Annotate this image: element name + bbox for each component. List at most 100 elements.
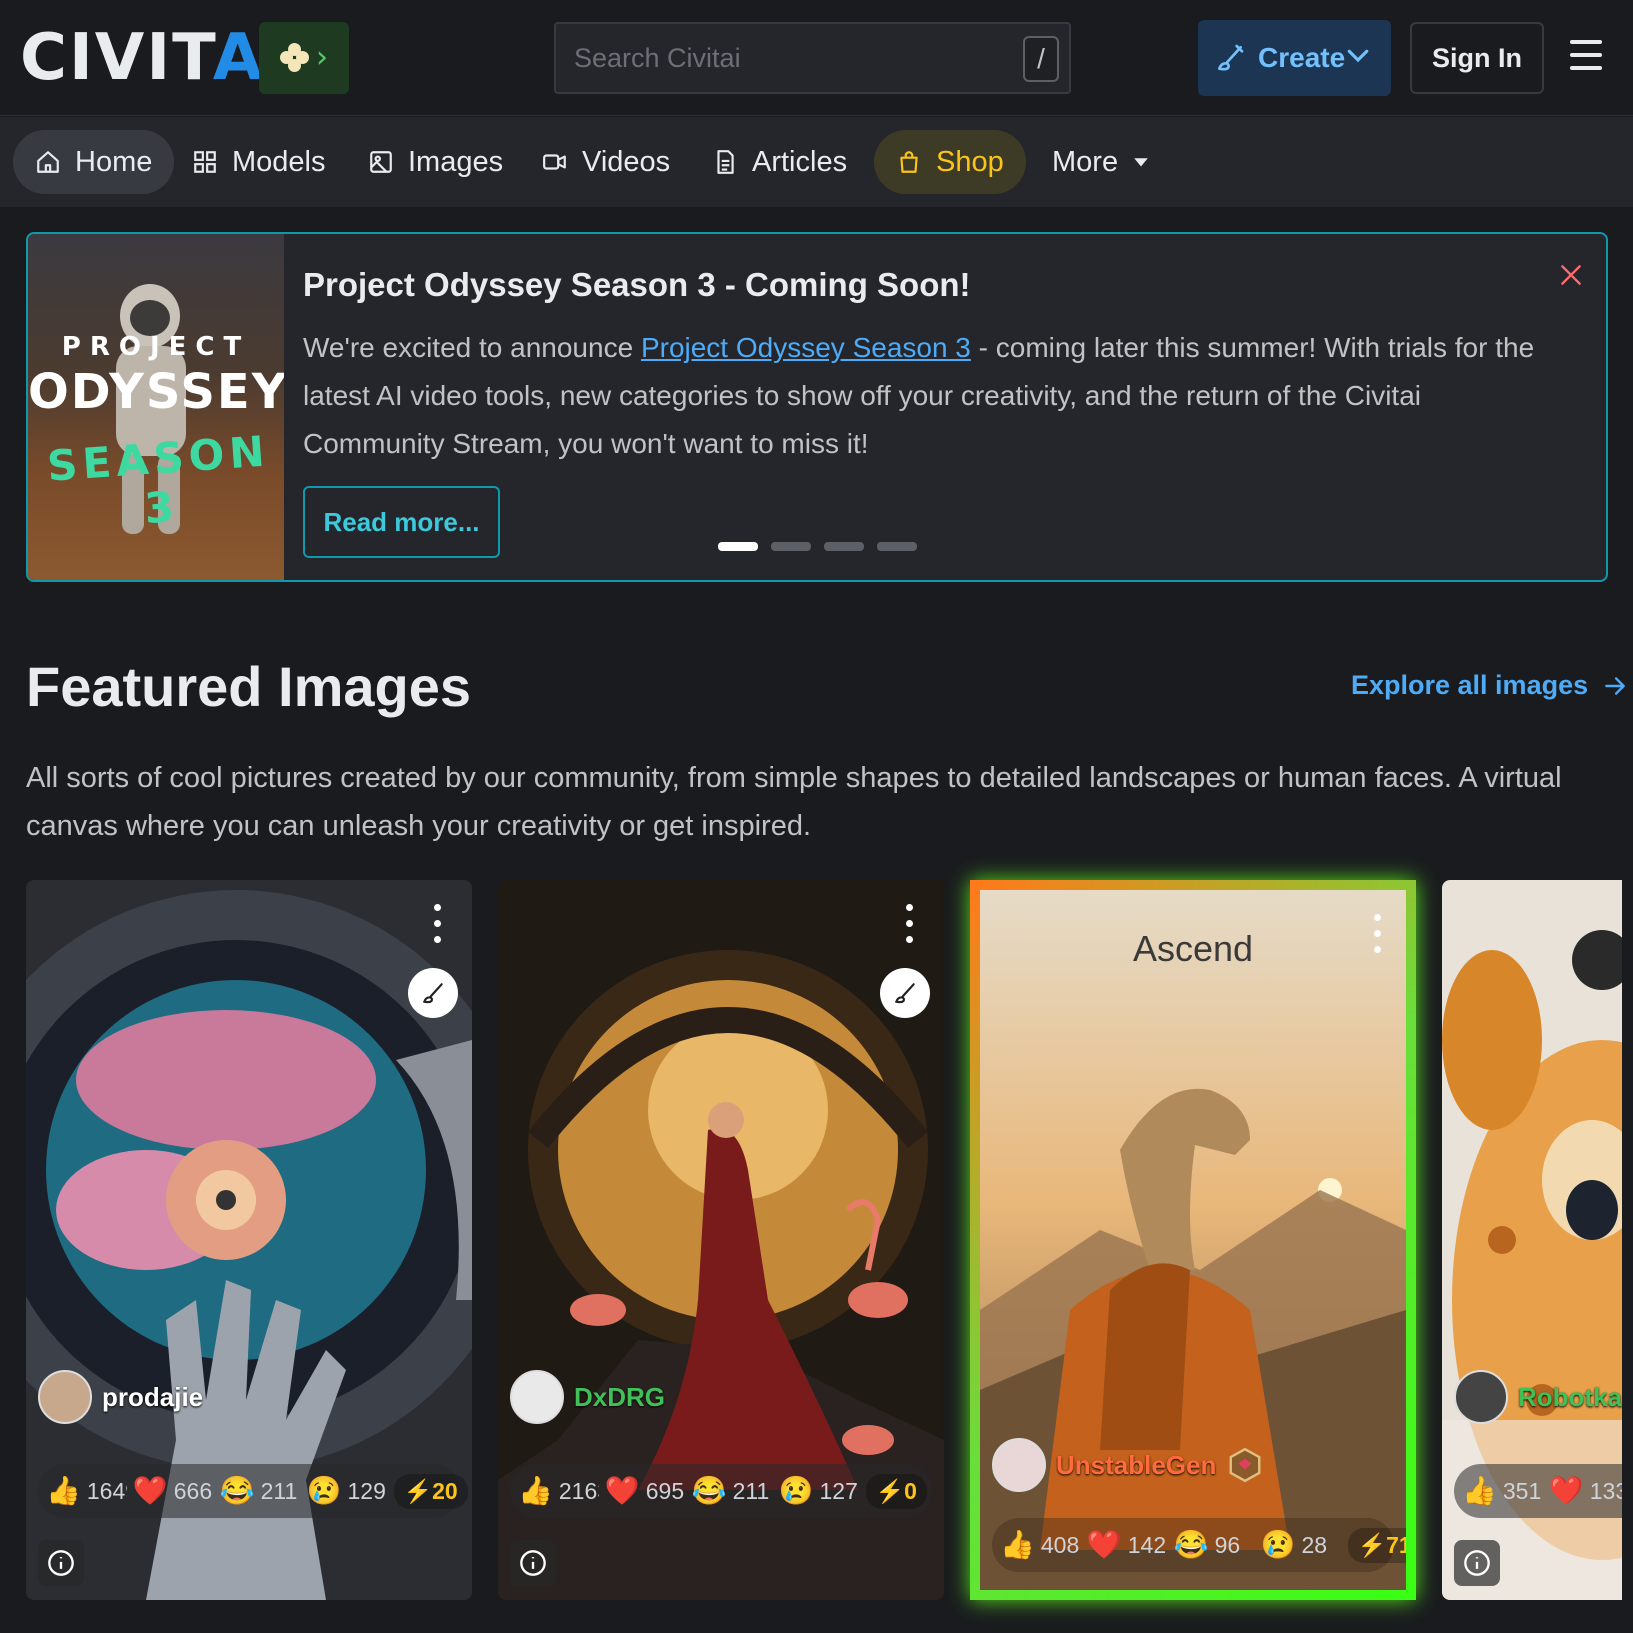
reaction-bar: 👍 351 ❤️ 133 [1454,1464,1622,1518]
more-options-icon[interactable] [1374,914,1384,960]
carousel-dot[interactable] [824,542,864,551]
remix-button[interactable] [408,968,458,1018]
nav-item-models[interactable]: Models [170,130,348,194]
heart-icon[interactable]: ❤️ [1549,1477,1584,1505]
buzz-count: 20 [432,1477,458,1504]
explore-all-images-link[interactable]: Explore all images [1351,670,1628,701]
nav-label-shop: Shop [936,145,1004,178]
main-nav: Home Models Images Videos Articles Shop … [0,117,1633,207]
cry-icon[interactable]: 😢 [1261,1531,1296,1559]
username: prodajie [102,1381,204,1412]
banner-image-text-project: PROJECT [61,332,251,362]
info-icon[interactable] [510,1540,556,1586]
image-caption: Ascend [1132,928,1254,969]
brush-icon [422,983,443,1004]
laughs-count: 211 [732,1477,770,1504]
card-user[interactable]: prodajie [38,1370,203,1424]
avatar [992,1438,1046,1492]
close-icon[interactable] [1558,262,1584,288]
thumbs-up-icon[interactable]: 👍 [518,1477,553,1505]
explore-label: Explore all images [1351,670,1589,700]
search-shortcut-key: / [1023,36,1059,82]
shopping-bag-icon [900,151,918,173]
flower-icon [280,43,310,73]
laugh-icon[interactable]: 😂 [220,1477,255,1505]
card-user[interactable]: Robotka [1454,1370,1622,1424]
thumbs-up-icon[interactable]: 👍 [1462,1477,1497,1505]
more-options-icon[interactable] [906,904,916,950]
buzz-tip-button[interactable]: ⚡0 [865,1473,927,1509]
nav-label-home: Home [75,145,153,178]
nav-item-images[interactable]: Images [346,130,525,194]
nav-item-home[interactable]: Home [13,130,175,194]
carousel-dot[interactable] [771,542,811,551]
info-icon[interactable] [38,1540,84,1586]
search-input[interactable] [574,24,994,92]
cry-icon[interactable]: 😢 [779,1477,814,1505]
hearts-count: 695 [645,1477,685,1504]
image-card-highlighted[interactable]: Ascend UnstableGen 👍 408 ❤️ 142 😂 96 😢 28 ⚡7… [970,880,1416,1600]
reaction-bar: 👍1649 ❤️666 😂211 😢129 ⚡20 [38,1464,468,1518]
buzz-tip-button[interactable]: ⚡719 [1347,1527,1406,1563]
nav-label-images: Images [408,145,504,178]
civitai-logo[interactable]: CIVITAI [20,26,290,90]
sign-in-button[interactable]: Sign In [1410,22,1544,94]
logo-text-civit: CIVIT [20,21,213,95]
video-icon [543,154,566,170]
heart-icon[interactable]: ❤️ [1087,1531,1122,1559]
thumbs-up-icon[interactable]: 👍 [1000,1531,1035,1559]
nav-label-more: More [1052,145,1119,178]
chevron-right-icon: › [316,40,328,75]
menu-icon[interactable] [1570,40,1602,74]
laughs-count: 96 [1214,1531,1241,1558]
announcement-banner: PROJECT ODYSSEY SEASON 3 Project Odyssey… [26,232,1608,582]
search-box[interactable]: / [554,22,1071,94]
read-more-button[interactable]: Read more... [303,486,500,558]
creator-badge-icon [1229,1447,1261,1483]
card-user[interactable]: UnstableGen [992,1438,1264,1492]
image-card[interactable]: DxDRG 👍2163 ❤️695 😂211 😢127 ⚡0 [498,880,944,1600]
laugh-icon[interactable]: 😂 [1174,1531,1209,1559]
banner-title: Project Odyssey Season 3 - Coming Soon! [303,266,971,303]
nav-label-articles: Articles [752,145,848,178]
likes-count: 351 [1502,1477,1542,1504]
hearts-count: 133 [1589,1477,1622,1504]
brush-icon [894,983,915,1004]
chevron-down-icon[interactable] [1343,40,1373,70]
cries-count: 127 [819,1477,858,1504]
reaction-bar: 👍2163 ❤️695 😂211 😢127 ⚡0 [510,1464,932,1518]
carousel-dot[interactable] [718,542,758,551]
image-card[interactable]: prodajie 👍1649 ❤️666 😂211 😢129 ⚡20 [26,880,472,1600]
more-options-icon[interactable] [434,904,444,950]
remix-button[interactable] [880,968,930,1018]
nav-item-shop[interactable]: Shop [874,130,1026,194]
home-icon [37,151,59,173]
likes-count: 1649 [86,1477,127,1504]
nav-item-more[interactable]: More [1030,130,1172,194]
hearts-count: 142 [1127,1531,1167,1558]
buzz-tip-button[interactable]: ⚡20 [393,1473,468,1509]
section-description: All sorts of cool pictures created by ou… [26,762,1562,842]
create-button[interactable]: Create [1198,20,1391,96]
nav-item-videos[interactable]: Videos [520,130,692,194]
banner-text-start: We're excited to announce [303,332,641,363]
laugh-icon[interactable]: 😂 [692,1477,727,1505]
reaction-bar: 👍408 ❤️142 😂96 😢28 ⚡719 [992,1518,1406,1572]
card-user[interactable]: DxDRG [510,1370,665,1424]
thumbs-up-icon[interactable]: 👍 [46,1477,81,1505]
event-badge-button[interactable]: › [259,22,349,94]
heart-icon[interactable]: ❤️ [605,1477,640,1505]
image-card[interactable]: Robotka 👍 351 ❤️ 133 [1442,880,1622,1600]
heart-icon[interactable]: ❤️ [133,1477,168,1505]
cries-count: 28 [1301,1531,1328,1558]
avatar [1454,1370,1508,1424]
carousel-dot[interactable] [877,542,917,551]
info-icon[interactable] [1454,1540,1500,1586]
document-icon [717,150,734,174]
cry-icon[interactable]: 😢 [307,1477,342,1505]
project-odyssey-link[interactable]: Project Odyssey Season 3 [641,332,971,363]
carousel-indicators [718,542,917,551]
username: UnstableGen [1056,1449,1217,1480]
arrow-right-icon [1605,676,1625,695]
nav-item-articles[interactable]: Articles [690,130,869,194]
